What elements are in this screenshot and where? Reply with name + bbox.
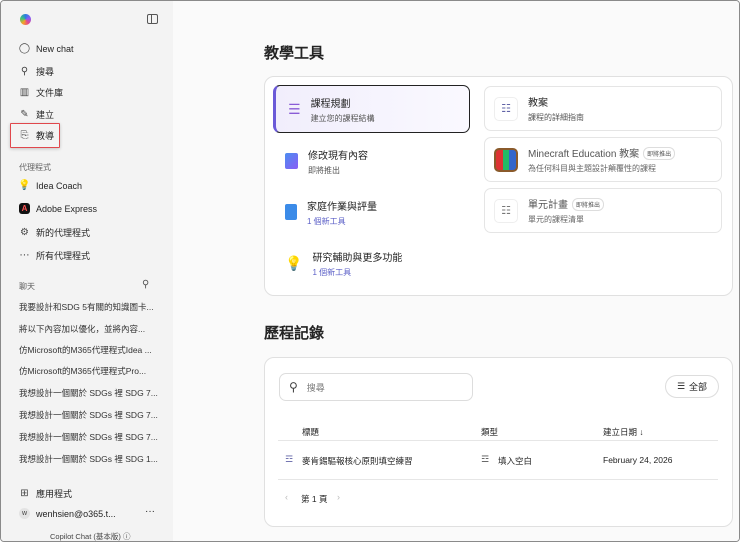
agent-adobe-express[interactable]: A Adobe Express	[19, 203, 97, 214]
info-icon[interactable]: ⓘ	[123, 532, 131, 541]
agent-idea-coach[interactable]: 💡 Idea Coach	[18, 180, 82, 191]
agents-section-label: 代理程式	[19, 163, 51, 172]
nav-search[interactable]: ⚲ 搜尋	[19, 65, 54, 78]
tool-research[interactable]: 💡 研究輔助與更多功能 1 個新工具	[273, 240, 470, 286]
chat-item[interactable]: 我要設計和SDG 5有關的知識圖卡...	[19, 301, 159, 313]
chat-item[interactable]: 我想設計一個關於 SDGs 裡 SDG 7...	[19, 431, 159, 443]
nav-create[interactable]: ✎ 建立	[19, 108, 54, 121]
search-icon: ⚲	[20, 66, 29, 77]
fill-blank-icon: ☲	[481, 454, 490, 464]
more-icon: ⋯	[19, 250, 30, 261]
minecraft-icon	[494, 147, 518, 172]
teach-icon: ⎘	[20, 130, 29, 141]
tool-unit-plan[interactable]: ☷ 單元計畫 即將推出 單元的課程清單	[484, 188, 722, 233]
table-row[interactable]: ☲ 麥肯錫驅報核心原則填空練習 ☲ 填入空白 February 24, 2026	[278, 448, 718, 472]
nav-library[interactable]: ▥ 文件庫	[19, 86, 63, 99]
sidebar: ◯ New chat ⚲ 搜尋 ▥ 文件庫 ✎ 建立 ⎘ 教導 代理程式 💡 Idea Co…	[1, 1, 173, 541]
next-page-button[interactable]: ›	[337, 492, 340, 502]
search-icon: ⚲	[289, 380, 298, 394]
nav-apps[interactable]: ⊞ 應用程式	[19, 487, 72, 500]
column-type[interactable]: 類型	[481, 426, 498, 438]
filter-icon: ☰	[676, 381, 686, 391]
tools-title: 教學工具	[264, 45, 325, 62]
chat-item[interactable]: 將以下內容加以優化，並將內容...	[19, 323, 159, 335]
new-agent-icon: ⚙	[20, 227, 29, 238]
agent-new[interactable]: ⚙ 新的代理程式	[19, 226, 90, 239]
list-icon: ☷	[494, 96, 518, 121]
nav-teach[interactable]: ⎘ 教導	[19, 129, 55, 142]
tool-lesson-plan[interactable]: ☷ 教案 課程的詳細指南	[484, 86, 722, 131]
nav-new-chat[interactable]: ◯ New chat	[19, 43, 74, 54]
coming-soon-badge: 即將推出	[643, 147, 676, 161]
chat-item[interactable]: 我想設計一個關於 SDGs 裡 SDG 7...	[19, 387, 159, 399]
column-title[interactable]: 標題	[302, 426, 319, 438]
avatar: w	[19, 508, 30, 519]
document-icon	[285, 204, 297, 220]
create-icon: ✎	[20, 109, 29, 120]
chat-item[interactable]: 仿Microsoft的M365代理程式Idea ...	[19, 344, 159, 356]
apps-icon: ⊞	[20, 488, 29, 499]
chat-item[interactable]: 我想設計一個關於 SDGs 裡 SDG 1...	[19, 453, 159, 465]
copilot-logo[interactable]	[20, 14, 31, 25]
tool-course-planning[interactable]: ☰ 課程規劃 建立您的課程結構	[273, 85, 470, 133]
coming-soon-badge: 即將推出	[572, 198, 605, 212]
list-icon: ☰	[288, 100, 301, 117]
filter-button[interactable]: ☰ 全部	[665, 375, 719, 398]
chat-item[interactable]: 我想設計一個關於 SDGs 裡 SDG 7...	[19, 409, 159, 421]
history-title: 歷程記錄	[264, 325, 325, 342]
fill-blank-icon: ☲	[285, 454, 294, 464]
lightbulb-icon: 💡	[18, 180, 31, 191]
chat-fade	[1, 471, 173, 483]
divider	[278, 479, 718, 480]
library-icon: ▥	[19, 87, 30, 98]
main-content: 教學工具 ☰ 課程規劃 建立您的課程結構 修改現有內容 即將推出 家庭作業與評量 1 …	[173, 1, 739, 541]
tool-minecraft-lesson[interactable]: Minecraft Education 教案 即將推出 為任何科目與主題設計顛覆性的…	[484, 137, 722, 182]
prev-page-button[interactable]: ‹	[285, 492, 288, 502]
agent-all[interactable]: ⋯ 所有代理程式	[19, 249, 91, 262]
user-account[interactable]: w wenhsien@o365.t...	[19, 508, 116, 519]
sidebar-toggle-icon[interactable]	[147, 14, 158, 24]
chat-icon: ◯	[18, 43, 31, 54]
chat-item[interactable]: 仿Microsoft的M365代理程式Pro...	[19, 365, 159, 377]
plan-footer: Copilot Chat (基本版) ⓘ	[50, 532, 131, 541]
tool-modify-content[interactable]: 修改現有內容 即將推出	[273, 138, 470, 184]
divider	[278, 440, 718, 441]
user-more-button[interactable]: ···	[145, 506, 155, 517]
tool-homework[interactable]: 家庭作業與評量 1 個新工具	[273, 189, 470, 235]
checklist-icon: ☷	[494, 198, 518, 223]
adobe-express-icon: A	[19, 203, 30, 214]
column-date[interactable]: 建立日期 ↓	[603, 426, 644, 438]
chat-search-icon[interactable]: ⚲	[142, 279, 149, 290]
edit-document-icon	[285, 153, 298, 169]
lightbulb-icon: 💡	[285, 254, 303, 271]
chats-section-label: 聊天	[19, 282, 35, 291]
history-search-input[interactable]: ⚲ 搜尋	[279, 373, 473, 401]
page-indicator: 第 1 頁	[301, 494, 328, 504]
